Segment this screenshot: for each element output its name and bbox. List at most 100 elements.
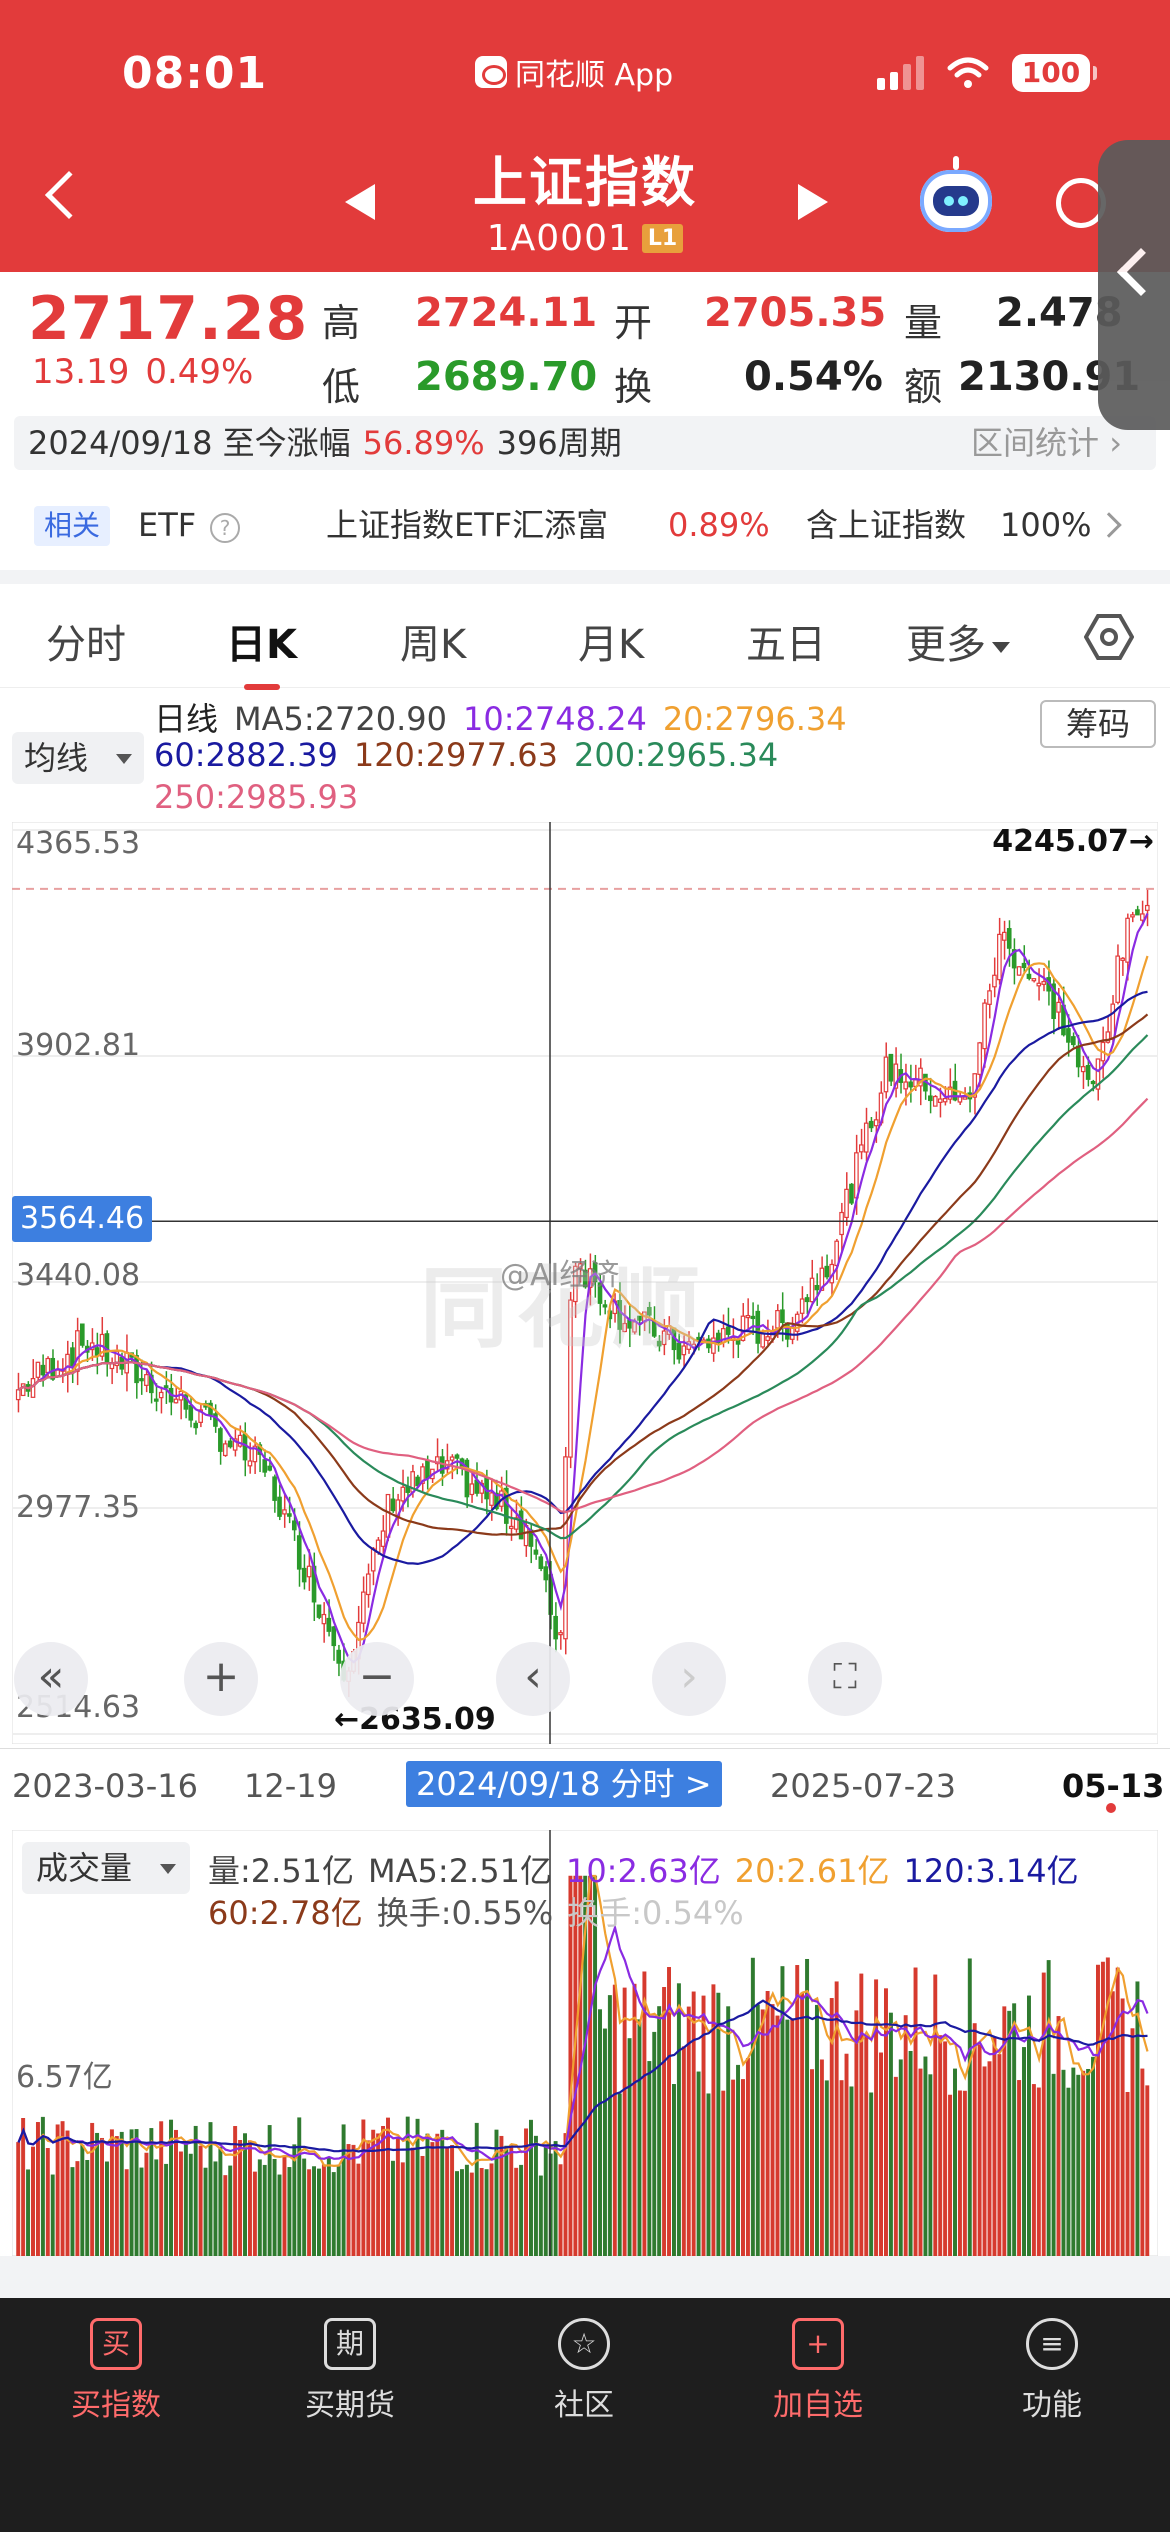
volume-bar (509, 2144, 514, 2256)
volume-bar (371, 2129, 376, 2256)
prev-stock-button[interactable] (345, 184, 375, 220)
volume-selector[interactable]: 成交量 (22, 1842, 190, 1894)
fullscreen-button[interactable]: ⛶ (808, 1642, 882, 1716)
vol-line-1: 量:2.51亿 MA5:2.51亿 10:2.63亿 20:2.61亿 120:3.14… (208, 1852, 1079, 1890)
candle-body (35, 1361, 41, 1378)
candle-body (903, 1081, 909, 1090)
volume-bar (1071, 2067, 1076, 2256)
volume-bar (331, 2172, 336, 2256)
turnover-value: 0.54% (744, 354, 883, 400)
volume-bar (612, 1984, 617, 2256)
volume-bar (80, 2145, 85, 2256)
candle-body (859, 1144, 864, 1153)
volume-bar (908, 2050, 913, 2256)
candle-body (218, 1428, 223, 1452)
tab-intraday[interactable]: 分时 (46, 612, 126, 670)
volume-bar (124, 2169, 129, 2256)
zoom-out-button[interactable]: − (340, 1642, 414, 1716)
volume-bar (805, 1958, 810, 2256)
futures-icon: 期 (324, 2318, 376, 2370)
side-drawer-handle[interactable] (1098, 140, 1170, 430)
volume-bar (474, 2122, 479, 2256)
related-etf-row[interactable]: 相关 ETF ? 上证指数ETF汇添富 0.89% 含上证指数 100% (0, 490, 1170, 560)
volume-bar (780, 1966, 785, 2256)
candle-body (361, 1591, 366, 1624)
interval-stats-link[interactable]: 区间统计 › (971, 416, 1122, 470)
period-change-bar[interactable]: 2024/09/18 至今涨幅 56.89% 396周期 区间统计 › (14, 416, 1156, 470)
tab-five-day[interactable]: 五日 (746, 612, 826, 670)
volume-bar (455, 2171, 459, 2256)
date-label-1: 2023-03-16 (12, 1767, 198, 1805)
volume-bar (997, 2054, 1002, 2256)
volume-bar (716, 1992, 721, 2256)
assistant-robot-icon[interactable] (920, 156, 992, 232)
ma-selector[interactable]: 均线 (12, 732, 144, 784)
volume-bar (341, 2124, 346, 2256)
volume-bar (770, 2004, 775, 2256)
scroll-left-button[interactable]: ‹ (496, 1642, 570, 1716)
vol-line-2: 60:2.78亿 换手:0.55% 换手:0.54% (208, 1894, 744, 1932)
volume-bar (1096, 1964, 1100, 2256)
chart-settings-icon[interactable] (1084, 612, 1134, 662)
volume-bar (1091, 2056, 1096, 2256)
volume-bar (760, 2009, 765, 2256)
nav-buy-index[interactable]: 买 买指数 (36, 2318, 196, 2424)
candle-body (425, 1460, 430, 1479)
candle-body (144, 1374, 149, 1386)
level-badge: L1 (641, 224, 684, 253)
price-change: 13.19 0.49% (32, 352, 269, 392)
nav-functions[interactable]: ≡ 功能 (972, 2318, 1132, 2424)
volume-bar (642, 1971, 647, 2256)
change-percent: 0.49% (145, 352, 254, 392)
crosshair-date-button[interactable]: 2024/09/18 分时 > (406, 1761, 722, 1807)
candle-body (79, 1323, 85, 1346)
help-icon[interactable]: ? (210, 513, 240, 543)
volume-bar (1046, 1960, 1051, 2256)
rewind-button[interactable]: « (14, 1642, 88, 1716)
chip-distribution-button[interactable]: 筹码 (1040, 700, 1156, 748)
nav-buy-futures[interactable]: 期 买期货 (270, 2318, 430, 2424)
volume-bar (795, 1965, 800, 2256)
etf-name: 上证指数ETF汇添富 (326, 506, 609, 544)
nav-add-watchlist[interactable]: + 加自选 (738, 2318, 898, 2424)
open-value: 2705.35 (704, 290, 887, 336)
back-button[interactable] (44, 170, 94, 220)
candle-body (321, 1613, 327, 1625)
volume-bar (218, 2146, 223, 2256)
volume-bar (982, 2066, 987, 2256)
tab-daily-k[interactable]: 日K (226, 612, 297, 670)
volume-bar (144, 2152, 149, 2256)
candle-body (1036, 982, 1042, 987)
volume-bar (1140, 2068, 1145, 2256)
volume-bar (376, 2133, 381, 2256)
candle-body (814, 1284, 820, 1291)
volume-bar (198, 2145, 203, 2256)
candle-body (1021, 962, 1027, 969)
tab-more[interactable]: 更多 (906, 612, 1010, 670)
current-price: 2717.28 (28, 284, 309, 354)
tab-monthly-k[interactable]: 月K (578, 612, 644, 670)
buy-icon: 买 (90, 2318, 142, 2370)
volume-bar (607, 1995, 612, 2256)
volume-bar (366, 2140, 371, 2256)
nav-community[interactable]: ☆ 社区 (504, 2318, 664, 2424)
scroll-right-button[interactable]: › (652, 1642, 726, 1716)
next-stock-button[interactable] (798, 184, 828, 220)
candle-body (139, 1378, 144, 1382)
volume-bar (257, 2159, 262, 2256)
volume-bar (420, 2155, 425, 2256)
volume-bar (918, 2068, 923, 2256)
tab-weekly-k[interactable]: 周K (400, 612, 466, 670)
candle-body (1135, 909, 1140, 916)
volume-bar (923, 2056, 928, 2256)
bottom-nav: 买 买指数 期 买期货 ☆ 社区 + 加自选 ≡ 功能 (0, 2298, 1170, 2532)
candle-body (1115, 955, 1121, 1003)
candle-body (765, 1336, 770, 1342)
volume-bar (60, 2121, 65, 2256)
candle-body (1016, 966, 1022, 976)
candle-body (799, 1298, 805, 1314)
zoom-in-button[interactable]: + (184, 1642, 258, 1716)
candle-body (454, 1454, 460, 1459)
volume-bar (992, 2037, 997, 2256)
candle-body (267, 1465, 272, 1471)
